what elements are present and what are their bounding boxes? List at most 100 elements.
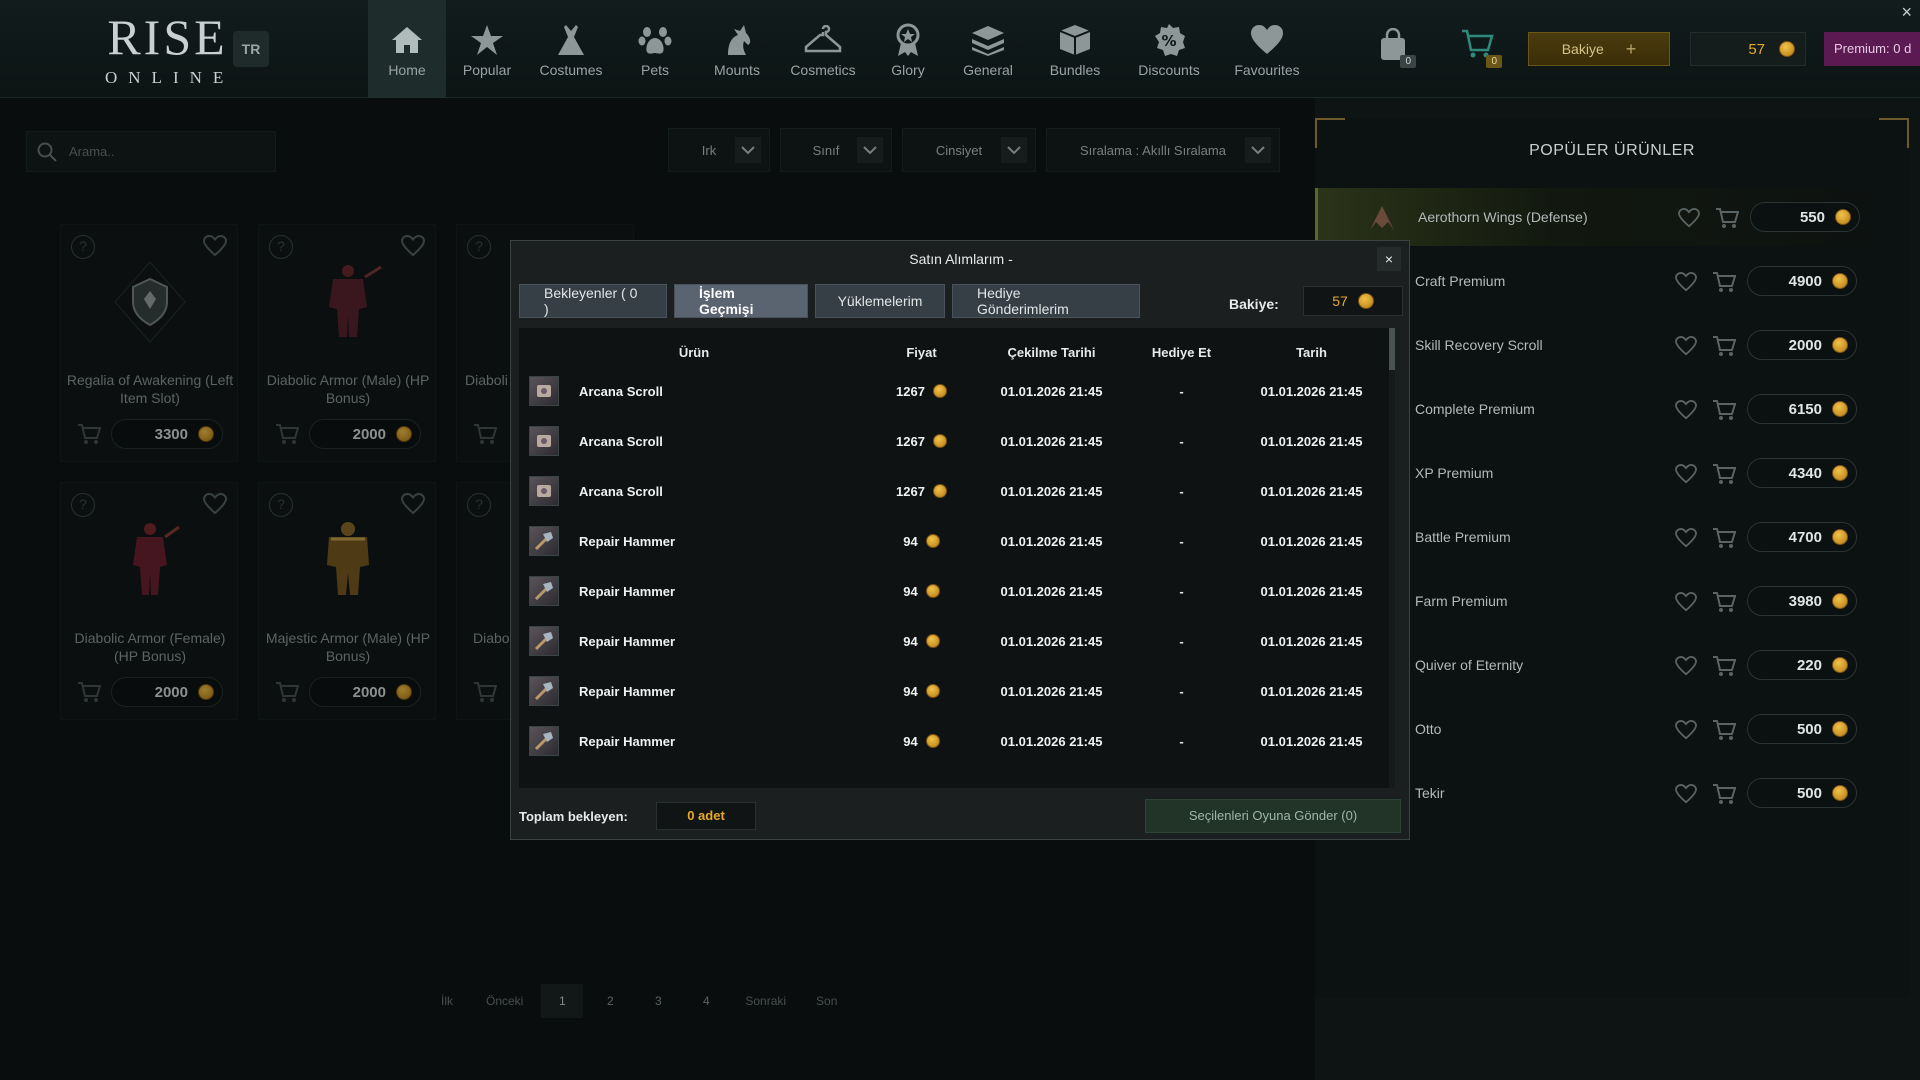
cart-button[interactable]: 0 <box>1460 28 1502 68</box>
info-icon[interactable]: ? <box>269 235 293 259</box>
cell-price: 94 <box>869 734 974 749</box>
modal-close-button[interactable]: × <box>1377 247 1401 271</box>
coin-icon <box>1832 593 1848 609</box>
table-scrollbar[interactable] <box>1389 328 1395 788</box>
favourite-icon[interactable] <box>1674 399 1698 425</box>
scrollbar-thumb[interactable] <box>1389 328 1395 370</box>
add-to-cart-icon[interactable] <box>1712 783 1737 810</box>
nav-cosmetics[interactable]: Cosmetics <box>778 0 868 98</box>
tab-uploads[interactable]: Yüklemelerim <box>815 284 945 318</box>
add-to-cart-icon[interactable] <box>1712 335 1737 362</box>
favourite-icon[interactable] <box>400 492 426 520</box>
add-to-cart-icon[interactable] <box>1712 399 1737 426</box>
favourite-icon[interactable] <box>1674 783 1698 809</box>
cell-date: 01.01.2026 21:45 <box>1260 483 1363 499</box>
nav-popular[interactable]: Popular <box>446 0 528 98</box>
price-value: 94 <box>903 583 918 599</box>
cart-count-badge: 0 <box>1486 55 1502 68</box>
product-card[interactable]: ? Majestic Armor (Male) (HP Bonus) 2000 <box>258 482 436 720</box>
product-card[interactable]: ? Diabolic Armor (Female) (HP Bonus) 200… <box>60 482 238 720</box>
favourite-icon[interactable] <box>1674 655 1698 681</box>
add-to-cart-icon[interactable] <box>1712 271 1737 298</box>
favourite-icon[interactable] <box>202 234 228 262</box>
favourite-icon[interactable] <box>1674 335 1698 361</box>
add-to-cart-icon[interactable] <box>1712 463 1737 490</box>
page-number[interactable]: 1 <box>541 984 584 1018</box>
favourite-icon[interactable] <box>1677 207 1701 233</box>
favourite-icon[interactable] <box>1674 527 1698 553</box>
add-to-cart-icon[interactable] <box>1712 591 1737 618</box>
page-number[interactable]: 3 <box>637 984 679 1018</box>
add-to-cart-icon[interactable] <box>275 423 300 450</box>
page-number[interactable]: 2 <box>589 984 631 1018</box>
popular-item[interactable]: Aerothorn Wings (Defense) 550 <box>1315 188 1909 246</box>
page-number[interactable]: 4 <box>685 984 727 1018</box>
add-to-cart-icon[interactable] <box>1712 719 1737 746</box>
info-icon[interactable]: ? <box>269 493 293 517</box>
logo[interactable]: RISE ONLINE <box>105 12 230 88</box>
send-to-game-button[interactable]: Seçilenleri Oyuna Gönder (0) <box>1145 799 1401 833</box>
page-next[interactable]: Sonraki <box>733 984 798 1018</box>
page-prev[interactable]: Önceki <box>474 984 535 1018</box>
add-to-cart-icon[interactable] <box>1712 655 1737 682</box>
product-card[interactable]: ? Diabolic Armor (Male) (HP Bonus) 2000 <box>258 224 436 462</box>
nav-pets[interactable]: Pets <box>614 0 696 98</box>
sort-select-label: Sıralama : Akıllı Sıralama <box>1080 142 1226 158</box>
cell-date: 01.01.2026 21:45 <box>1260 533 1363 549</box>
premium-button[interactable]: Premium: 0 d <box>1824 32 1920 66</box>
table-row: Repair Hammer 94 01.01.2026 21:45 - 01.01.20… <box>519 516 1395 566</box>
coin-icon <box>925 684 940 698</box>
nav-home[interactable]: Home <box>368 0 446 98</box>
info-icon[interactable]: ? <box>71 493 95 517</box>
product-card[interactable]: ? Regalia of Awakening (Left Item Slot) … <box>60 224 238 462</box>
cell-item: Arcana Scroll <box>519 426 869 456</box>
scroll-icon <box>529 476 559 506</box>
tab-history[interactable]: İşlem Geçmişi <box>674 284 808 318</box>
add-to-cart-icon[interactable] <box>77 681 102 708</box>
coin-icon <box>1357 293 1374 309</box>
svg-text:%: % <box>1161 32 1176 50</box>
nav-discounts[interactable]: % Discounts <box>1122 0 1216 98</box>
table-row: Repair Hammer 94 01.01.2026 21:45 - 01.01.20… <box>519 616 1395 666</box>
info-icon[interactable]: ? <box>71 235 95 259</box>
info-icon[interactable]: ? <box>467 235 491 259</box>
cell-gift: - <box>1179 433 1184 449</box>
add-to-cart-icon[interactable] <box>275 681 300 708</box>
nav-glory[interactable]: Glory <box>868 0 948 98</box>
info-icon[interactable]: ? <box>467 493 491 517</box>
add-to-cart-icon[interactable] <box>473 681 498 708</box>
inventory-button[interactable]: 0 <box>1378 27 1416 68</box>
sort-select[interactable]: Sıralama : Akıllı Sıralama <box>1046 128 1280 172</box>
hammer-icon <box>529 726 559 756</box>
favourite-icon[interactable] <box>202 492 228 520</box>
language-button[interactable]: TR <box>233 31 269 67</box>
nav-costumes[interactable]: Costumes <box>528 0 614 98</box>
close-icon[interactable]: × <box>1901 2 1912 23</box>
popular-item-name: XP Premium <box>1415 465 1494 481</box>
item-name: Arcana Scroll <box>579 383 663 399</box>
tab-pending[interactable]: Bekleyenler ( 0 ) <box>519 284 667 318</box>
class-select[interactable]: Sınıf <box>780 128 892 172</box>
nav-favourites[interactable]: Favourites <box>1216 0 1318 98</box>
nav-mounts[interactable]: Mounts <box>696 0 778 98</box>
add-to-cart-icon[interactable] <box>473 423 498 450</box>
favourite-icon[interactable] <box>1674 271 1698 297</box>
favourite-icon[interactable] <box>1674 719 1698 745</box>
nav-bundles[interactable]: Bundles <box>1028 0 1122 98</box>
page-last[interactable]: Son <box>804 984 849 1018</box>
cell-gift: - <box>1179 683 1184 699</box>
page-first[interactable]: İlk <box>426 984 468 1018</box>
favourite-icon[interactable] <box>1674 591 1698 617</box>
price-value: 94 <box>903 733 918 749</box>
race-select[interactable]: Irk <box>668 128 770 172</box>
add-balance-button[interactable]: Bakiye + <box>1528 32 1670 66</box>
add-to-cart-icon[interactable] <box>77 423 102 450</box>
add-to-cart-icon[interactable] <box>1715 207 1740 234</box>
tab-gift-sends[interactable]: Hediye Gönderimlerim <box>952 284 1140 318</box>
add-to-cart-icon[interactable] <box>1712 527 1737 554</box>
favourite-icon[interactable] <box>400 234 426 262</box>
favourite-icon[interactable] <box>1674 463 1698 489</box>
search-input[interactable] <box>69 144 249 159</box>
nav-general[interactable]: General <box>948 0 1028 98</box>
gender-select[interactable]: Cinsiyet <box>902 128 1036 172</box>
